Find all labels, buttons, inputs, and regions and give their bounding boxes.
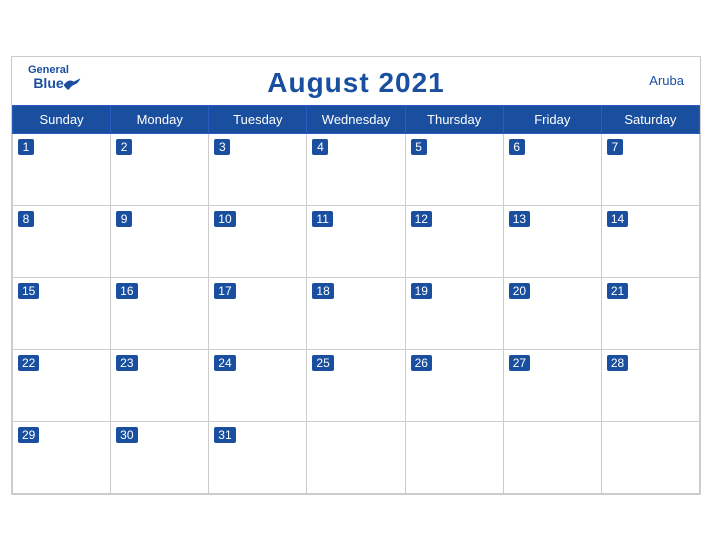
calendar-day-cell: 27 xyxy=(503,349,601,421)
calendar-day-cell: 18 xyxy=(307,277,405,349)
calendar-day-cell: 7 xyxy=(601,133,699,205)
day-number: 13 xyxy=(509,211,530,227)
calendar-day-cell: 12 xyxy=(405,205,503,277)
calendar-day-cell: 19 xyxy=(405,277,503,349)
calendar-week-row: 22 23 24 25 26 27 28 xyxy=(13,349,700,421)
calendar-day-cell: 30 xyxy=(111,421,209,493)
day-number: 31 xyxy=(214,427,235,443)
calendar-day-cell: 24 xyxy=(209,349,307,421)
logo-general-text: General xyxy=(28,65,69,76)
logo-bird-icon xyxy=(62,78,82,92)
day-number: 29 xyxy=(18,427,39,443)
day-number: 1 xyxy=(18,139,34,155)
header-sunday: Sunday xyxy=(13,105,111,133)
day-number: 17 xyxy=(214,283,235,299)
calendar-day-cell xyxy=(601,421,699,493)
day-number: 19 xyxy=(411,283,432,299)
header-wednesday: Wednesday xyxy=(307,105,405,133)
day-number: 8 xyxy=(18,211,34,227)
day-number: 18 xyxy=(312,283,333,299)
day-number: 11 xyxy=(312,211,332,227)
day-number: 2 xyxy=(116,139,132,155)
day-number: 16 xyxy=(116,283,137,299)
day-number: 5 xyxy=(411,139,427,155)
header-friday: Friday xyxy=(503,105,601,133)
calendar: General Blue August 2021 Aruba Sunday Mo… xyxy=(11,56,701,495)
day-number: 14 xyxy=(607,211,628,227)
calendar-day-cell: 23 xyxy=(111,349,209,421)
calendar-day-cell: 1 xyxy=(13,133,111,205)
calendar-day-cell: 17 xyxy=(209,277,307,349)
day-number: 25 xyxy=(312,355,333,371)
calendar-day-cell: 21 xyxy=(601,277,699,349)
country-label: Aruba xyxy=(649,73,684,88)
month-title: August 2021 xyxy=(267,67,445,99)
day-number: 6 xyxy=(509,139,525,155)
calendar-day-cell: 26 xyxy=(405,349,503,421)
calendar-day-cell: 29 xyxy=(13,421,111,493)
calendar-day-cell: 6 xyxy=(503,133,601,205)
calendar-day-cell: 14 xyxy=(601,205,699,277)
day-number: 26 xyxy=(411,355,432,371)
calendar-week-row: 8 9 10 11 12 13 14 xyxy=(13,205,700,277)
weekday-header-row: Sunday Monday Tuesday Wednesday Thursday… xyxy=(13,105,700,133)
calendar-day-cell: 20 xyxy=(503,277,601,349)
calendar-day-cell xyxy=(503,421,601,493)
calendar-day-cell: 11 xyxy=(307,205,405,277)
day-number: 4 xyxy=(312,139,328,155)
calendar-week-row: 1 2 3 4 5 6 7 xyxy=(13,133,700,205)
day-number: 12 xyxy=(411,211,432,227)
day-number: 24 xyxy=(214,355,235,371)
day-number: 3 xyxy=(214,139,230,155)
calendar-day-cell: 5 xyxy=(405,133,503,205)
day-number: 20 xyxy=(509,283,530,299)
day-number: 30 xyxy=(116,427,137,443)
calendar-day-cell: 8 xyxy=(13,205,111,277)
calendar-day-cell xyxy=(307,421,405,493)
day-number: 23 xyxy=(116,355,137,371)
calendar-day-cell: 28 xyxy=(601,349,699,421)
day-number: 27 xyxy=(509,355,530,371)
calendar-week-row: 15 16 17 18 19 20 21 xyxy=(13,277,700,349)
calendar-day-cell: 3 xyxy=(209,133,307,205)
calendar-day-cell: 2 xyxy=(111,133,209,205)
day-number: 7 xyxy=(607,139,623,155)
logo-blue-text: Blue xyxy=(33,76,63,90)
calendar-day-cell xyxy=(405,421,503,493)
logo: General Blue xyxy=(28,65,69,90)
calendar-day-cell: 9 xyxy=(111,205,209,277)
calendar-day-cell: 15 xyxy=(13,277,111,349)
calendar-day-cell: 13 xyxy=(503,205,601,277)
day-number: 9 xyxy=(116,211,132,227)
day-number: 22 xyxy=(18,355,39,371)
calendar-day-cell: 10 xyxy=(209,205,307,277)
day-number: 15 xyxy=(18,283,39,299)
calendar-day-cell: 4 xyxy=(307,133,405,205)
calendar-day-cell: 31 xyxy=(209,421,307,493)
calendar-day-cell: 25 xyxy=(307,349,405,421)
day-number: 10 xyxy=(214,211,235,227)
calendar-header: General Blue August 2021 Aruba xyxy=(12,57,700,105)
calendar-day-cell: 16 xyxy=(111,277,209,349)
calendar-day-cell: 22 xyxy=(13,349,111,421)
calendar-week-row: 29 30 31 xyxy=(13,421,700,493)
header-thursday: Thursday xyxy=(405,105,503,133)
calendar-table: Sunday Monday Tuesday Wednesday Thursday… xyxy=(12,105,700,494)
header-saturday: Saturday xyxy=(601,105,699,133)
day-number: 28 xyxy=(607,355,628,371)
day-number: 21 xyxy=(607,283,628,299)
header-monday: Monday xyxy=(111,105,209,133)
header-tuesday: Tuesday xyxy=(209,105,307,133)
